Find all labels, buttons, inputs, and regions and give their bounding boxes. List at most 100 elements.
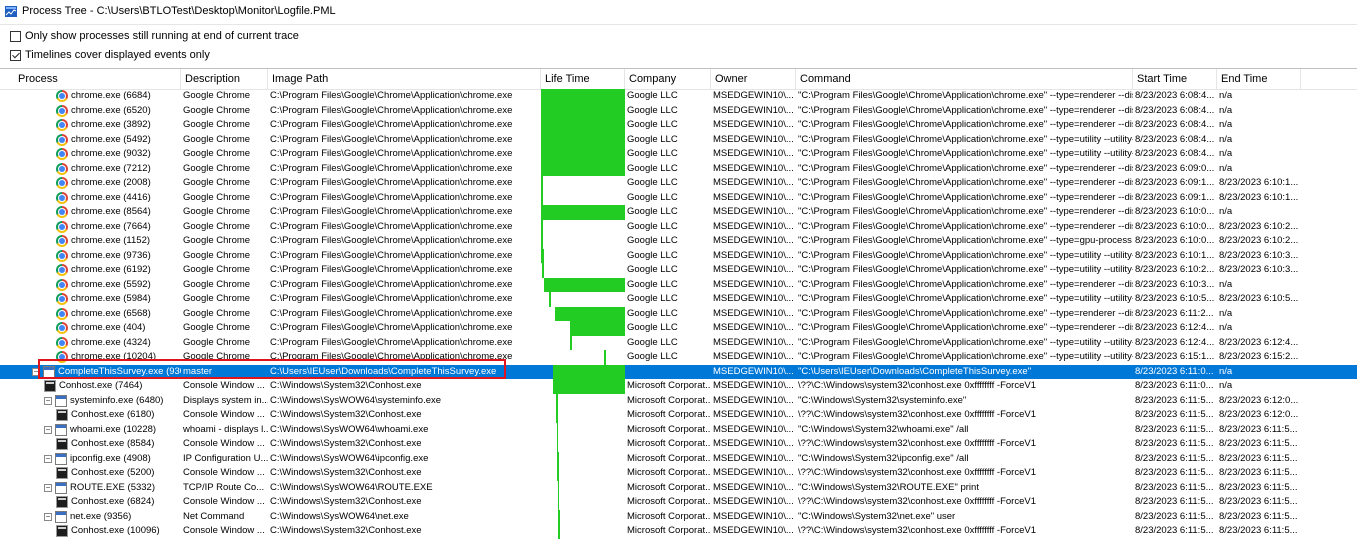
process-row[interactable]: Conhost.exe (6824) Console Window ... C:\W… bbox=[0, 495, 1357, 510]
process-row[interactable]: chrome.exe (6684) Google Chrome C:\Program… bbox=[0, 89, 1357, 104]
cell-end-time: 8/23/2023 6:15:2... bbox=[1219, 351, 1299, 362]
running-only-checkbox[interactable] bbox=[10, 30, 21, 42]
column-header-process[interactable]: Process bbox=[14, 69, 181, 89]
chrome-icon bbox=[56, 293, 68, 305]
process-row[interactable]: Conhost.exe (5200) Console Window ... C:\W… bbox=[0, 466, 1357, 481]
process-row[interactable]: chrome.exe (404) Google Chrome C:\Program … bbox=[0, 321, 1357, 336]
cell-company: Google LLC bbox=[627, 133, 678, 145]
process-row[interactable]: − ipconfig.exe (4908) IP Configuration U..… bbox=[0, 451, 1357, 466]
cell-description: Google Chrome bbox=[183, 336, 251, 348]
process-row[interactable]: chrome.exe (10204) Google Chrome C:\Progra… bbox=[0, 350, 1357, 365]
process-row[interactable]: − ROUTE.EXE (5332) TCP/IP Route Co... C:\Wi… bbox=[0, 480, 1357, 495]
cell-start-time: 8/23/2023 6:11:5... bbox=[1135, 467, 1214, 478]
column-header-image-path[interactable]: Image Path bbox=[268, 69, 541, 89]
cell-owner: MSEDGEWIN10\... bbox=[713, 264, 794, 275]
cell-image-path: C:\Windows\SysWOW64\whoami.exe bbox=[270, 423, 429, 435]
procmon-icon bbox=[5, 6, 17, 17]
column-header-description[interactable]: Description bbox=[181, 69, 268, 89]
cell-description: Google Chrome bbox=[183, 90, 251, 101]
column-header-owner[interactable]: Owner bbox=[711, 69, 796, 89]
cell-description: Google Chrome bbox=[183, 307, 251, 319]
cell-image-path: C:\Program Files\Google\Chrome\Applicati… bbox=[270, 90, 513, 101]
option-timelines-displayed[interactable]: Timelines cover displayed events only bbox=[10, 47, 210, 63]
process-row[interactable]: chrome.exe (1152) Google Chrome C:\Program… bbox=[0, 234, 1357, 249]
cell-start-time: 8/23/2023 6:08:4... bbox=[1135, 90, 1215, 101]
cell-process: chrome.exe (6684) bbox=[71, 90, 151, 101]
column-header-company[interactable]: Company bbox=[625, 69, 711, 89]
cell-start-time: 8/23/2023 6:10:0... bbox=[1135, 235, 1215, 246]
process-row[interactable]: chrome.exe (4324) Google Chrome C:\Program… bbox=[0, 335, 1357, 350]
cell-description: Console Window ... bbox=[183, 467, 265, 478]
cell-image-path: C:\Windows\System32\Conhost.exe bbox=[270, 409, 422, 420]
process-row[interactable]: − systeminfo.exe (6480) Displays system in… bbox=[0, 393, 1357, 408]
process-row[interactable]: Conhost.exe (8584) Console Window ... C:\W… bbox=[0, 437, 1357, 452]
cell-description: Google Chrome bbox=[183, 220, 251, 232]
cell-process: net.exe (9356) bbox=[70, 510, 132, 522]
process-row[interactable]: chrome.exe (7664) Google Chrome C:\Program… bbox=[0, 219, 1357, 234]
process-row[interactable]: chrome.exe (9032) Google Chrome C:\Program… bbox=[0, 147, 1357, 162]
application-icon bbox=[55, 452, 67, 465]
process-row[interactable]: chrome.exe (8564) Google Chrome C:\Program… bbox=[0, 205, 1357, 220]
cell-image-path: C:\Program Files\Google\Chrome\Applicati… bbox=[270, 293, 513, 304]
process-tree-grid[interactable]: Process Description Image Path Life Time Com… bbox=[0, 68, 1357, 543]
timelines-checkbox[interactable] bbox=[10, 49, 21, 61]
process-row[interactable]: chrome.exe (3892) Google Chrome C:\Program… bbox=[0, 118, 1357, 133]
cell-process: chrome.exe (9032) bbox=[71, 148, 151, 159]
process-row[interactable]: chrome.exe (6520) Google Chrome C:\Program… bbox=[0, 103, 1357, 118]
process-row[interactable]: Conhost.exe (6180) Console Window ... C:\W… bbox=[0, 408, 1357, 423]
cell-owner: MSEDGEWIN10\... bbox=[713, 481, 794, 493]
tree-collapse-toggle[interactable]: − bbox=[44, 454, 52, 463]
cell-company: Google LLC bbox=[627, 191, 678, 203]
chrome-icon bbox=[56, 351, 68, 363]
process-row[interactable]: − whoami.exe (10228) whoami - displays l..… bbox=[0, 422, 1357, 437]
process-row[interactable]: chrome.exe (5592) Google Chrome C:\Program… bbox=[0, 277, 1357, 292]
cell-end-time: n/a bbox=[1219, 278, 1233, 290]
application-icon bbox=[43, 365, 55, 378]
tree-collapse-toggle[interactable]: − bbox=[44, 512, 52, 521]
process-row[interactable]: − net.exe (9356) Net Command C:\Windows\Sys… bbox=[0, 509, 1357, 524]
process-row[interactable]: − CompleteThisSurvey.exe (9308) master C:\U… bbox=[0, 364, 1357, 379]
console-icon bbox=[56, 409, 68, 421]
option-running-only[interactable]: Only show processes still running at end… bbox=[10, 28, 299, 44]
cell-description: whoami - displays l... bbox=[183, 423, 268, 435]
column-header-end-time[interactable]: End Time bbox=[1217, 69, 1301, 89]
process-row[interactable]: chrome.exe (9736) Google Chrome C:\Program… bbox=[0, 248, 1357, 263]
application-icon bbox=[55, 510, 67, 523]
cell-description: Google Chrome bbox=[183, 264, 251, 275]
lifetime-bar bbox=[541, 118, 625, 133]
process-row[interactable]: chrome.exe (7212) Google Chrome C:\Program… bbox=[0, 161, 1357, 176]
column-header-start-time[interactable]: Start Time bbox=[1133, 69, 1217, 89]
tree-collapse-toggle[interactable]: − bbox=[32, 367, 40, 376]
column-header-life-time[interactable]: Life Time bbox=[541, 69, 625, 89]
cell-end-time: n/a bbox=[1219, 104, 1233, 116]
cell-description: Google Chrome bbox=[183, 133, 251, 145]
process-row[interactable]: chrome.exe (2008) Google Chrome C:\Program… bbox=[0, 176, 1357, 191]
cell-start-time: 8/23/2023 6:09:1... bbox=[1135, 177, 1215, 188]
cell-company: Microsoft Corporat... bbox=[627, 394, 711, 406]
lifetime-bar bbox=[558, 509, 560, 524]
process-row[interactable]: chrome.exe (5984) Google Chrome C:\Program… bbox=[0, 292, 1357, 307]
tree-collapse-toggle[interactable]: − bbox=[44, 425, 52, 434]
lifetime-bar bbox=[556, 437, 559, 452]
process-row[interactable]: chrome.exe (4416) Google Chrome C:\Program… bbox=[0, 190, 1357, 205]
process-row[interactable]: Conhost.exe (7464) Console Window ... C:\W… bbox=[0, 379, 1357, 394]
lifetime-bar bbox=[557, 466, 559, 481]
process-row[interactable]: chrome.exe (5492) Google Chrome C:\Program… bbox=[0, 132, 1357, 147]
process-row[interactable]: Conhost.exe (10096) Console Window ... C:\… bbox=[0, 524, 1357, 539]
tree-collapse-toggle[interactable]: − bbox=[44, 396, 52, 405]
process-row[interactable]: chrome.exe (6568) Google Chrome C:\Program… bbox=[0, 306, 1357, 321]
cell-start-time: 8/23/2023 6:11:5... bbox=[1135, 496, 1214, 507]
cell-company: Microsoft Corporat... bbox=[627, 481, 711, 493]
column-header-command[interactable]: Command bbox=[796, 69, 1133, 89]
chrome-icon bbox=[56, 104, 68, 117]
cell-command: "C:\Program Files\Google\Chrome\Applicat… bbox=[798, 293, 1133, 304]
console-icon bbox=[44, 380, 56, 392]
process-row[interactable]: chrome.exe (6192) Google Chrome C:\Program… bbox=[0, 263, 1357, 278]
cell-end-time: 8/23/2023 6:10:2... bbox=[1219, 235, 1299, 246]
chrome-icon bbox=[56, 249, 68, 262]
chrome-icon bbox=[56, 336, 68, 349]
cell-description: Net Command bbox=[183, 510, 245, 522]
lifetime-bar bbox=[552, 364, 625, 379]
tree-collapse-toggle[interactable]: − bbox=[44, 483, 52, 492]
cell-process: chrome.exe (4324) bbox=[71, 336, 151, 348]
